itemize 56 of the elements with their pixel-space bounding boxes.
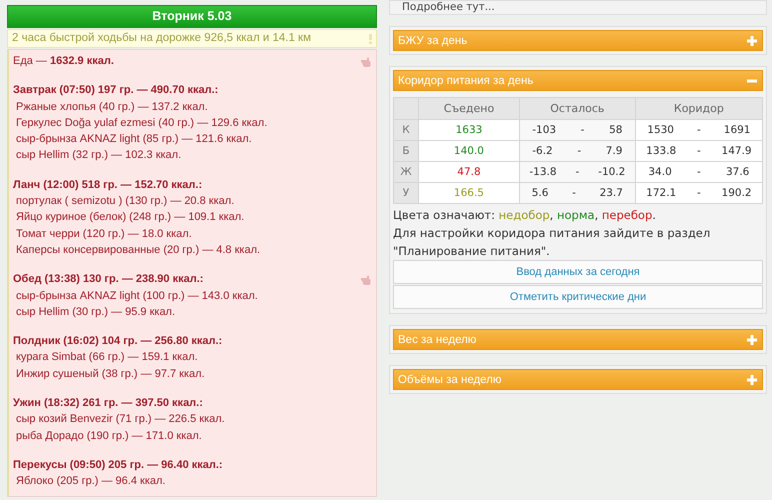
food-item: сыр Hellim (32 гр.) — 102.3 ккал. (15, 148, 182, 164)
table-cell: Б (394, 140, 418, 162)
food-item: Яблоко (205 гр.) — 96.4 ккал. (15, 474, 166, 490)
table-header: Коридор (635, 98, 762, 120)
settings-note: Для настройки коридора питания зайдите в раздел "Планирование питания". (393, 225, 712, 260)
table-cell: К (394, 120, 418, 140)
food-item: сыр-брынза AKNAZ light (85 гр.) — 121.6 ккал. (15, 132, 252, 148)
food-total: Еда — 1632.9 ккал. (13, 54, 114, 69)
meal-title: Ужин (18:32) 261 гр. — 397.50 ккал.: (13, 396, 203, 412)
table-cell: 34.0 - 37.6 (635, 162, 762, 182)
table-cell: 166.5 (418, 182, 520, 204)
food-item: сыр Hellim (30 гр.) — 95.9 ккал. (15, 304, 176, 320)
day-title: Вторник 5.03 (7, 5, 377, 28)
action-button[interactable]: Ввод данных за сегодня (393, 260, 763, 284)
table-cell: 5.6 - 23.7 (519, 182, 636, 204)
table-cell: -13.8 - -10.2 (519, 162, 636, 182)
table-cell: 1530 - 1691 (635, 120, 762, 140)
meal-title: Обед (13:38) 130 гр. — 238.90 ккал.: (13, 272, 204, 288)
meal-title: Перекусы (09:50) 205 гр. — 96.40 ккал.: (13, 458, 223, 473)
meal-title: Завтрак (07:50) 197 гр. — 490.70 ккал.: (13, 83, 218, 98)
meal-title: Ланч (12:00) 518 гр. — 152.70 ккал.: (13, 178, 202, 193)
food-item: портулак ( semizotu ) (130 гр.) — 20.8 ккал. (15, 194, 234, 210)
panel-header[interactable]: Коридор питания за день (393, 70, 763, 91)
food-item: Инжир сушеный (38 гр.) — 97.7 ккал. (15, 366, 205, 382)
food-item: Каперсы консервированные (20 гр.) — 4.8 ккал. (15, 242, 260, 258)
table-header: Съедено (418, 98, 520, 120)
panel-header[interactable]: Объёмы за неделю (393, 369, 763, 390)
table-cell: 172.1 - 190.2 (635, 182, 762, 204)
table-cell: У (394, 182, 418, 204)
meal-title: Полдник (16:02) 104 гр. — 256.80 ккал.: (13, 334, 222, 350)
hand-icon[interactable] (360, 273, 372, 286)
action-button[interactable]: Отметить критические дни (393, 285, 763, 309)
table-cell: 1633 (418, 120, 520, 140)
table-cell: 140.0 (418, 140, 520, 162)
food-item: сыр-брынза AKNAZ light (100 гр.) — 143.0 ккал. (15, 288, 258, 304)
food-item: Яйцо куриное (белок) (248 гр.) — 109.1 ккал. (15, 210, 244, 226)
table-cell: 47.8 (418, 162, 520, 182)
food-item: курага Simbat (66 гр.) — 159.1 ккал. (15, 350, 198, 366)
activity-note: 2 часа быстрой ходьбы на дорожке 926,5 ккал и 14.1 км (12, 31, 311, 46)
table-header (394, 98, 418, 120)
table-cell: -6.2 - 7.9 (519, 140, 636, 162)
panel-header[interactable]: БЖУ за день (393, 30, 763, 51)
table-header: Осталось (519, 98, 636, 120)
food-item: Томат черри (120 гр.) — 18.0 ккал. (15, 226, 192, 242)
food-item: Ржаные хлопья (40 гр.) — 137.2 ккал. (15, 100, 208, 115)
food-item: рыба Дорадо (190 гр.) — 171.0 ккал. (15, 428, 202, 444)
table-cell: Ж (394, 162, 418, 182)
details-link[interactable]: Подробнее тут... (402, 1, 495, 13)
color-legend: Цвета означают: недобор, норма, перебор. (393, 206, 763, 224)
food-item: сыр козий Benvezir (71 гр.) — 226.5 ккал. (15, 412, 225, 428)
panel-header[interactable]: Вес за неделю (393, 329, 763, 350)
table-cell: -103 - 58 (519, 120, 636, 140)
hand-icon[interactable] (360, 55, 372, 68)
exclamation-icon (369, 34, 372, 44)
table-cell: 133.8 - 147.9 (635, 140, 762, 162)
food-item: Геркулес Doğa yulaf ezmesi (40 гр.) — 129.6 ккал. (15, 116, 268, 131)
